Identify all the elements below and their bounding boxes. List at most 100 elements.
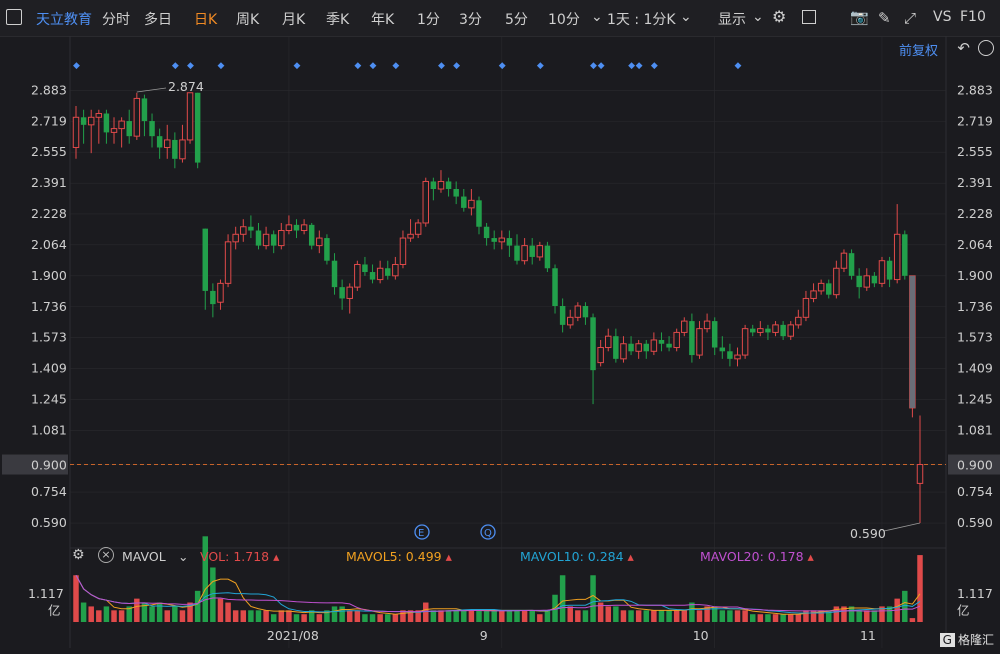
candle-body — [331, 260, 338, 288]
last-price-left: 0.900 — [31, 458, 67, 473]
vol-axis-unit-right: 亿 — [957, 603, 970, 618]
candle-body — [826, 283, 832, 295]
box-select-icon[interactable] — [802, 10, 816, 24]
volume-bar — [331, 606, 338, 622]
candle-body — [856, 275, 862, 288]
f10-button[interactable]: F10 — [960, 9, 986, 25]
candle-body — [324, 238, 330, 261]
volume-bar — [529, 610, 535, 622]
tab-period-4[interactable]: 月K — [282, 9, 305, 29]
candle-body — [521, 245, 528, 262]
tab-period-8[interactable]: 3分 — [459, 9, 482, 29]
tab-period-10[interactable]: 10分 — [548, 9, 580, 29]
tab-period-6[interactable]: 年K — [371, 9, 394, 29]
volume-bar — [559, 575, 566, 622]
volume-bar — [385, 614, 391, 622]
candle-body — [80, 117, 87, 125]
tab-period-0[interactable]: 分时 — [102, 9, 130, 29]
stock-name[interactable]: 天立教育 — [36, 9, 92, 29]
candle-body — [339, 287, 345, 299]
volume-bar — [727, 610, 733, 622]
vs-button[interactable]: VS — [933, 9, 951, 25]
event-marker-dot: ◆ — [370, 61, 377, 71]
y-tick-right: 1.081 — [957, 422, 993, 437]
sidebar-toggle-icon[interactable] — [6, 9, 22, 25]
candle-body — [461, 196, 467, 208]
candle-body — [673, 331, 680, 349]
volume-bar — [613, 606, 619, 622]
chevron-down-icon[interactable]: ⌄ — [178, 549, 188, 564]
volume-bar — [80, 602, 87, 622]
event-marker-dot: ◆ — [636, 61, 643, 71]
volume-bar — [362, 614, 368, 622]
camera-icon[interactable]: 📷 — [850, 8, 869, 26]
candle-body — [240, 226, 247, 235]
low-annotation: 0.590 — [850, 526, 886, 541]
candle-body — [817, 282, 825, 292]
candle-body — [430, 181, 437, 189]
candle-body — [757, 328, 764, 333]
volume-bar — [696, 610, 703, 622]
display-button[interactable]: 显示 — [718, 9, 746, 29]
volume-bar — [765, 614, 771, 622]
tab-period-1[interactable]: 多日 — [144, 9, 172, 29]
candle-body — [635, 343, 642, 352]
event-marker-dot: ◆ — [172, 61, 179, 71]
range-select[interactable]: 1天 : 1分K — [607, 9, 676, 29]
candle-body — [476, 200, 482, 227]
volume-bar — [537, 614, 543, 622]
close-icon[interactable]: × — [98, 547, 114, 563]
tab-period-2[interactable]: 日K — [194, 9, 217, 29]
y-tick-right: 2.228 — [957, 206, 993, 221]
volume-bar — [423, 602, 429, 622]
volume-bar — [217, 598, 224, 622]
volume-bar — [833, 606, 840, 622]
candle-body — [385, 268, 391, 276]
chevron-down-icon[interactable]: ⌄ — [752, 9, 764, 25]
candle-body — [802, 297, 810, 318]
tab-period-3[interactable]: 周K — [236, 9, 259, 29]
volume-bar — [301, 614, 307, 622]
event-marker-dot: ◆ — [651, 61, 658, 71]
event-marker-dot: ◆ — [537, 61, 544, 71]
volume-bar — [491, 610, 497, 622]
event-marker-dot: ◆ — [628, 61, 635, 71]
settings-gear-icon[interactable]: ⚙ — [772, 7, 786, 26]
candle-body — [902, 234, 908, 276]
candle-body — [126, 121, 132, 137]
candle-body — [916, 464, 924, 484]
event-marker-dot: ◆ — [735, 61, 742, 71]
indicator-name[interactable]: MAVOL — [122, 549, 166, 564]
y-tick-left: 1.245 — [31, 391, 67, 406]
volume-bar — [681, 610, 688, 622]
event-Q-label: Q — [484, 528, 492, 539]
tab-period-7[interactable]: 1分 — [417, 9, 440, 29]
candle-body — [628, 343, 634, 352]
volume-bar — [788, 614, 794, 622]
y-tick-left: 1.409 — [31, 360, 67, 375]
candle-body — [285, 224, 293, 232]
chevron-down-icon[interactable]: ⌄ — [680, 9, 692, 25]
candle-body — [506, 238, 513, 246]
volume-bar — [438, 610, 444, 622]
volume-bar — [461, 610, 467, 622]
candle-body — [703, 320, 711, 330]
volume-bar — [278, 610, 285, 622]
candle-body — [780, 324, 786, 337]
y-tick-right: 1.900 — [957, 268, 993, 283]
volume-bar — [255, 610, 262, 622]
indicator-settings-icon[interactable]: ⚙ — [72, 547, 85, 563]
candle-body — [369, 272, 376, 280]
tab-period-5[interactable]: 季K — [326, 9, 349, 29]
x-tick-label: 9 — [480, 628, 488, 643]
candle-body — [278, 230, 285, 247]
y-tick-right: 1.409 — [957, 360, 993, 375]
pencil-icon[interactable]: ✎ — [878, 9, 891, 27]
candle-body — [172, 139, 178, 159]
fullscreen-icon[interactable]: ⤢ — [904, 9, 916, 27]
vol-axis-top-right: 1.117 — [957, 586, 993, 601]
candle-body — [689, 321, 695, 356]
chevron-down-icon[interactable]: ⌄ — [591, 9, 603, 25]
y-tick-left: 1.736 — [31, 299, 67, 314]
tab-period-9[interactable]: 5分 — [505, 9, 528, 29]
